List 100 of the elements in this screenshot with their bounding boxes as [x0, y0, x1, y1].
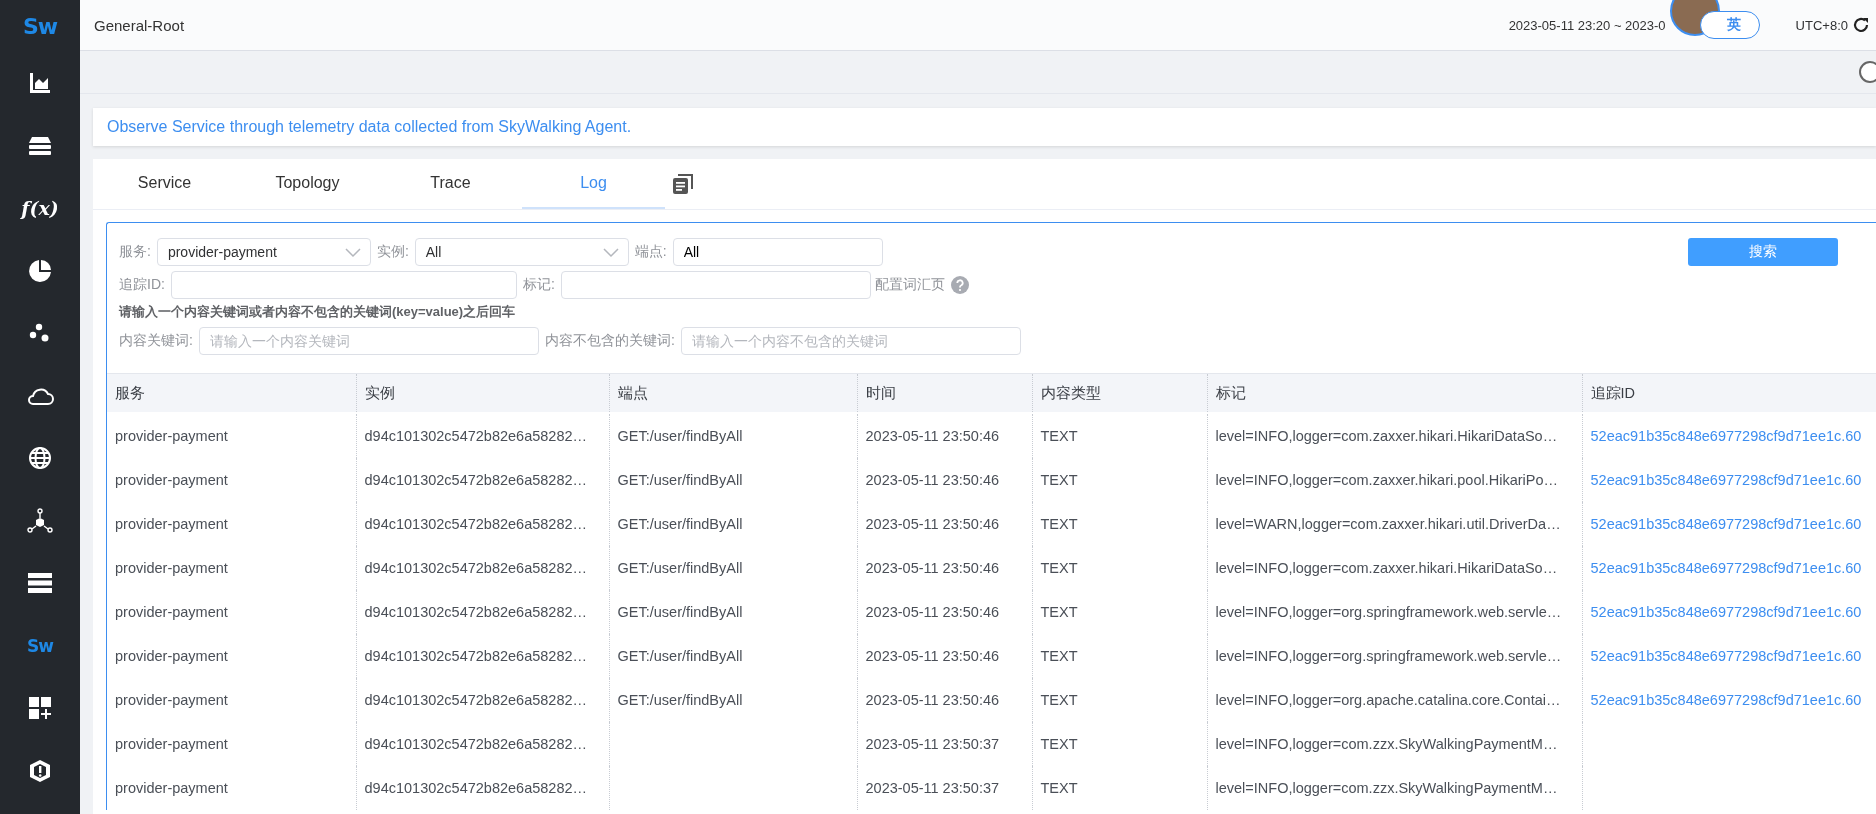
- table-cell: 2023-05-11 23:50:46: [865, 648, 1000, 664]
- description-banner: Observe Service through telemetry data collected from SkyWalking Agent.: [93, 108, 1876, 146]
- column-header: 标记: [1207, 373, 1582, 413]
- table-cell: GET:/user/findByAll: [617, 648, 743, 664]
- exclude-keyword-field[interactable]: 请输入一个内容不包含的关键词: [680, 327, 1021, 355]
- table-cell: provider-payment: [115, 560, 228, 576]
- trace-id-link[interactable]: 52eac91b35c848e6977298cf9d71ee1c.60: [1590, 648, 1862, 664]
- table-cell: d94c101302c5472b82e6a58282…: [364, 780, 588, 796]
- table-cell: GET:/user/findByAll: [617, 428, 743, 444]
- table-cell: provider-payment: [115, 428, 228, 444]
- search-button[interactable]: 搜索: [1688, 237, 1838, 266]
- table-cell: 2023-05-11 23:50:46: [865, 560, 1000, 576]
- refresh-icon: [1852, 16, 1870, 34]
- timezone-label: UTC+8:0: [1795, 17, 1848, 33]
- trace-id-link[interactable]: 52eac91b35c848e6977298cf9d71ee1c.60: [1590, 472, 1862, 488]
- table-cell: TEXT: [1040, 780, 1078, 796]
- table-cell: d94c101302c5472b82e6a58282…: [364, 736, 588, 752]
- dashboard-add-icon[interactable]: [29, 697, 51, 720]
- copy-icon[interactable]: [673, 174, 693, 194]
- help-icon: [950, 275, 969, 294]
- table-cell: 2023-05-11 23:50:37: [865, 736, 1000, 752]
- trace-id-field[interactable]: [170, 270, 517, 299]
- globe-icon[interactable]: [28, 446, 52, 471]
- column-header: 时间: [857, 373, 1032, 413]
- table-cell: provider-payment: [115, 472, 228, 488]
- field-label: 端点:: [634, 242, 667, 261]
- endpoint-field[interactable]: All: [672, 237, 883, 266]
- page-title: General-Root: [94, 16, 185, 34]
- instance-select[interactable]: All: [414, 237, 629, 266]
- pie-chart-icon[interactable]: [28, 258, 52, 283]
- logo[interactable]: Sw: [22, 0, 58, 52]
- table-cell: d94c101302c5472b82e6a58282…: [364, 560, 588, 576]
- table-cell: 2023-05-11 23:50:46: [865, 516, 1000, 532]
- column-header: 追踪ID: [1582, 373, 1876, 413]
- table-cell: d94c101302c5472b82e6a58282…: [364, 516, 588, 532]
- field-label: 实例:: [376, 242, 409, 261]
- table-cell: provider-payment: [115, 604, 228, 620]
- table-cell: TEXT: [1040, 472, 1078, 488]
- field-label: 标记:: [522, 275, 555, 294]
- table-cell: level=WARN,logger=com.zaxxer.hikari.util.DriverDa…: [1215, 516, 1561, 532]
- table-cell: level=INFO,logger=com.zaxxer.hikari.HikariDataSo…: [1215, 428, 1558, 444]
- table-cell: d94c101302c5472b82e6a58282…: [364, 604, 588, 620]
- column-header: 实例: [356, 373, 609, 413]
- field-label: 服务:: [119, 242, 151, 261]
- vocabulary-link[interactable]: 配置词汇页: [874, 275, 945, 294]
- tab[interactable]: Log: [522, 159, 665, 209]
- service-select[interactable]: provider-payment: [156, 237, 371, 266]
- trace-id-link[interactable]: 52eac91b35c848e6977298cf9d71ee1c.60: [1590, 560, 1862, 576]
- table-cell: d94c101302c5472b82e6a58282…: [364, 428, 588, 444]
- layers-icon[interactable]: [28, 134, 52, 157]
- table-cell: 2023-05-11 23:50:46: [865, 428, 1000, 444]
- toggle-switch-icon: [1858, 60, 1876, 84]
- table-cell: provider-payment: [115, 780, 228, 796]
- table-cell: TEXT: [1040, 516, 1078, 532]
- logo-menu-item[interactable]: Sw: [27, 635, 53, 656]
- table-cell: level=INFO,logger=org.springframework.web.servle…: [1215, 648, 1562, 664]
- language-toggle[interactable]: 英: [1699, 11, 1760, 39]
- trace-id-link[interactable]: 52eac91b35c848e6977298cf9d71ee1c.60: [1590, 692, 1862, 708]
- tags-field[interactable]: [560, 270, 871, 299]
- table-cell: d94c101302c5472b82e6a58282…: [364, 692, 588, 708]
- trace-id-link[interactable]: 52eac91b35c848e6977298cf9d71ee1c.60: [1590, 604, 1862, 620]
- table-cell: 2023-05-11 23:50:46: [865, 472, 1000, 488]
- table-cell: provider-payment: [115, 736, 228, 752]
- field-label: 内容不包含的关键词:: [544, 332, 675, 350]
- time-range[interactable]: 2023-05-11 23:20 ~ 2023-0: [1508, 17, 1666, 33]
- table-cell: level=INFO,logger=com.zzx.SkyWalkingPaymentM…: [1215, 780, 1558, 796]
- function-menu-item[interactable]: f(x): [21, 197, 59, 220]
- table-cell: d94c101302c5472b82e6a58282…: [364, 648, 588, 664]
- tab[interactable]: Trace: [379, 159, 522, 209]
- table-cell: d94c101302c5472b82e6a58282…: [364, 472, 588, 488]
- field-label: 内容关键词:: [119, 332, 193, 350]
- column-header: 端点: [609, 373, 857, 413]
- shield-alert-icon[interactable]: [29, 758, 51, 783]
- server-list-icon[interactable]: [28, 573, 52, 594]
- table-cell: level=INFO,logger=org.springframework.web.servle…: [1215, 604, 1562, 620]
- trace-id-link[interactable]: 52eac91b35c848e6977298cf9d71ee1c.60: [1590, 428, 1862, 444]
- table-cell: TEXT: [1040, 604, 1078, 620]
- table-cell: level=INFO,logger=com.zzx.SkyWalkingPaymentM…: [1215, 736, 1558, 752]
- chart-icon[interactable]: [29, 72, 51, 95]
- table-cell: level=INFO,logger=org.apache.catalina.core.Contai…: [1215, 692, 1561, 708]
- table-cell: provider-payment: [115, 516, 228, 532]
- tab[interactable]: Service: [93, 159, 236, 209]
- nodes-icon[interactable]: [27, 507, 53, 534]
- table-cell: TEXT: [1040, 648, 1078, 664]
- tab[interactable]: Topology: [236, 159, 379, 209]
- keyword-field[interactable]: 请输入一个内容关键词: [198, 327, 539, 355]
- hint-text: 请输入一个内容关键词或者内容不包含的关键词(key=value)之后回车: [117, 303, 517, 321]
- table-cell: GET:/user/findByAll: [617, 692, 743, 708]
- table-cell: level=INFO,logger=com.zaxxer.hikari.pool.HikariPo…: [1215, 472, 1558, 488]
- column-header: 服务: [107, 373, 356, 413]
- field-label: 追踪ID:: [119, 275, 165, 294]
- table-cell: GET:/user/findByAll: [617, 516, 743, 532]
- dots-icon[interactable]: [29, 323, 51, 344]
- table-cell: 2023-05-11 23:50:37: [865, 780, 1000, 796]
- table-cell: provider-payment: [115, 648, 228, 664]
- table-cell: 2023-05-11 23:50:46: [865, 604, 1000, 620]
- trace-id-link[interactable]: 52eac91b35c848e6977298cf9d71ee1c.60: [1590, 516, 1862, 532]
- table-cell: GET:/user/findByAll: [617, 472, 743, 488]
- table-cell: GET:/user/findByAll: [617, 560, 743, 576]
- table-cell: 2023-05-11 23:50:46: [865, 692, 1000, 708]
